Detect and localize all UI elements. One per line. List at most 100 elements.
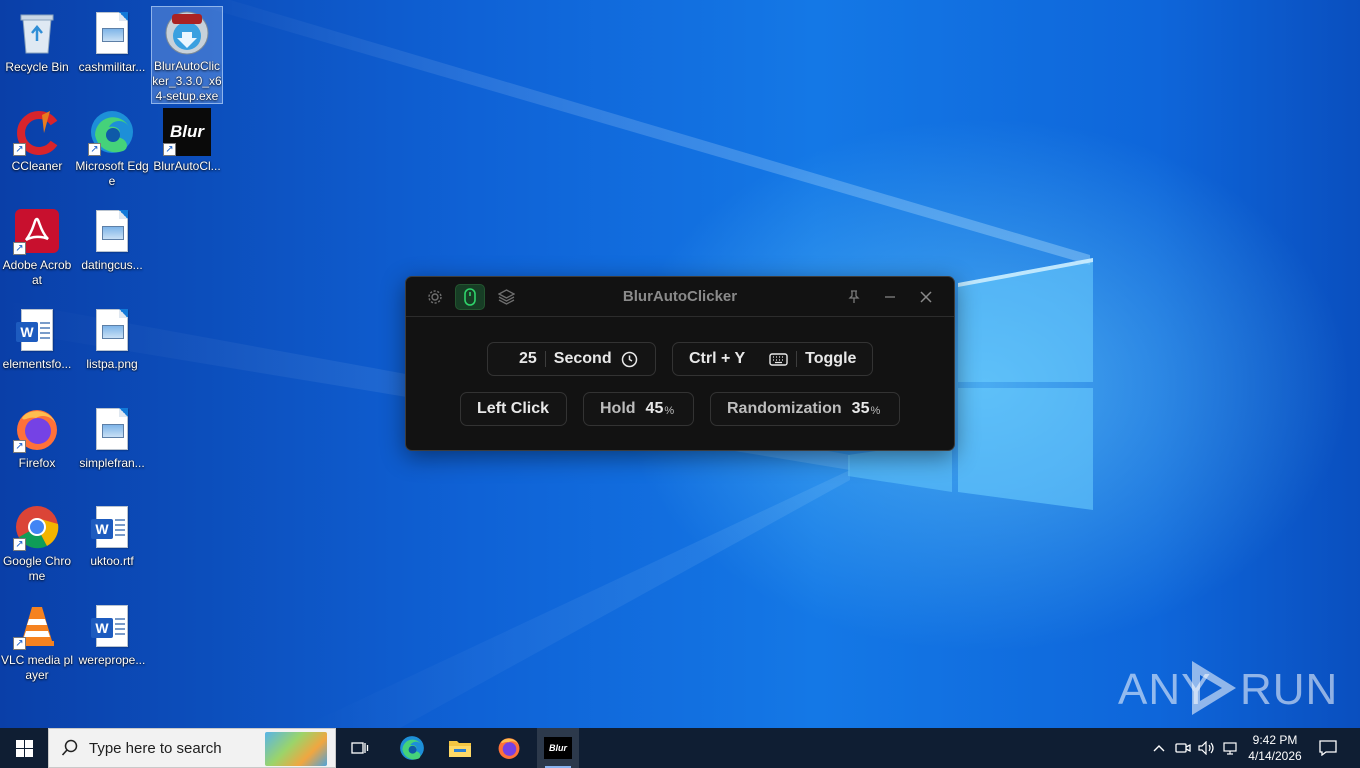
shortcut-arrow-icon: ↗ bbox=[163, 143, 176, 156]
blur-app-icon: Blur bbox=[544, 737, 572, 759]
shortcut-arrow-icon: ↗ bbox=[13, 538, 26, 551]
window-titlebar[interactable]: BlurAutoClicker bbox=[406, 277, 954, 317]
firefox-icon bbox=[498, 738, 520, 759]
speaker-icon bbox=[1198, 741, 1214, 755]
desktop-icon-edge[interactable]: ↗ Microsoft Edge bbox=[75, 105, 149, 201]
minimize-icon bbox=[885, 296, 895, 298]
image-file-icon bbox=[88, 9, 136, 57]
recycle-bin-icon bbox=[13, 9, 61, 57]
taskbar-firefox[interactable] bbox=[489, 728, 529, 768]
taskbar-blurautoclicker[interactable]: Blur bbox=[537, 728, 579, 768]
vlc-cone-icon: ↗ bbox=[13, 602, 61, 650]
blur-logo-text: Blur bbox=[549, 743, 567, 753]
desktop-icon-file[interactable]: cashmilitar... bbox=[75, 6, 149, 102]
desktop-icon-vlc[interactable]: ↗ VLC media player bbox=[0, 599, 74, 695]
desktop-icon-recycle-bin[interactable]: Recycle Bin bbox=[0, 6, 74, 102]
hold-value[interactable]: 45 bbox=[646, 400, 664, 418]
play-icon bbox=[1192, 661, 1236, 715]
divider bbox=[544, 351, 546, 367]
shortcut-arrow-icon: ↗ bbox=[13, 440, 26, 453]
shortcut-arrow-icon: ↗ bbox=[13, 143, 26, 156]
taskbar: Type here to search Blur 9:42 PM 4/14/20… bbox=[0, 728, 1360, 768]
desktop-icon-blurautoclicker[interactable]: Blur ↗ BlurAutoCl... bbox=[150, 105, 224, 201]
desktop-icon-word-doc[interactable]: W werepropе... bbox=[75, 599, 149, 695]
volume-button[interactable] bbox=[1196, 728, 1218, 768]
desktop-icon-firefox[interactable]: ↗ Firefox bbox=[0, 402, 74, 498]
taskbar-search-box[interactable]: Type here to search bbox=[48, 728, 336, 768]
search-placeholder: Type here to search bbox=[89, 739, 222, 757]
anyrun-watermark: ANY RUN bbox=[1118, 655, 1337, 721]
shortcut-arrow-icon: ↗ bbox=[88, 143, 101, 156]
desktop-icon-ccleaner[interactable]: ↗ CCleaner bbox=[0, 105, 74, 201]
taskbar-edge[interactable] bbox=[392, 728, 432, 768]
interval-control[interactable]: 25 Second bbox=[487, 342, 656, 376]
randomization-control[interactable]: Randomization 35 % bbox=[710, 392, 900, 426]
icon-label: VLC media player bbox=[0, 653, 74, 682]
pin-button[interactable] bbox=[839, 284, 869, 310]
icon-label: werepropе... bbox=[78, 653, 146, 667]
icon-label: Adobe Acrobat bbox=[2, 258, 72, 287]
minimize-button[interactable] bbox=[875, 284, 905, 310]
icon-label: datingcus... bbox=[81, 258, 143, 272]
hold-control[interactable]: Hold 45 % bbox=[583, 392, 694, 426]
image-file-icon bbox=[88, 207, 136, 255]
word-document-icon: W bbox=[88, 503, 136, 551]
hotkey-mode[interactable]: Toggle bbox=[805, 350, 856, 368]
chrome-icon: ↗ bbox=[13, 503, 61, 551]
clock-date: 4/14/2026 bbox=[1248, 749, 1302, 763]
clock-icon bbox=[621, 351, 637, 367]
icon-label: Firefox bbox=[18, 456, 56, 470]
icon-label: BlurAutoClicker_3.3.0_x64-setup.exe bbox=[152, 59, 222, 103]
windows-logo-icon bbox=[15, 739, 33, 757]
network-icon bbox=[1223, 742, 1237, 755]
hotkey-value[interactable]: Ctrl + Y bbox=[689, 350, 745, 368]
icon-label: Recycle Bin bbox=[5, 60, 69, 74]
show-hidden-icons-button[interactable] bbox=[1148, 728, 1170, 768]
notification-icon bbox=[1319, 740, 1337, 756]
desktop-icon-installer[interactable]: BlurAutoClicker_3.3.0_x64-setup.exe bbox=[151, 6, 223, 104]
icon-label: Microsoft Edge bbox=[75, 159, 149, 188]
start-button[interactable] bbox=[0, 728, 48, 768]
interval-unit[interactable]: Second bbox=[554, 350, 612, 368]
desktop-icon-word-doc[interactable]: W uktoo.rtf bbox=[75, 500, 149, 596]
keyboard-icon bbox=[769, 352, 788, 366]
shortcut-arrow-icon: ↗ bbox=[13, 637, 26, 650]
taskbar-file-explorer[interactable] bbox=[440, 728, 480, 768]
interval-value[interactable]: 25 bbox=[519, 350, 537, 368]
nsis-installer-icon bbox=[163, 10, 211, 56]
blur-logo-text: Blur bbox=[170, 122, 204, 141]
app-title: BlurAutoClicker bbox=[622, 288, 738, 305]
hotkey-control[interactable]: Ctrl + Y Toggle bbox=[672, 342, 873, 376]
percent-sign: % bbox=[870, 405, 881, 417]
desktop-icon-chrome[interactable]: ↗ Google Chrome bbox=[0, 500, 74, 596]
hold-label: Hold bbox=[600, 400, 636, 417]
chevron-up-icon bbox=[1153, 745, 1165, 752]
blur-app-icon: Blur ↗ bbox=[163, 108, 211, 156]
icon-label: cashmilitar... bbox=[78, 60, 146, 74]
desktop-icon-file[interactable]: simplefran... bbox=[75, 402, 149, 498]
icon-label: CCleaner bbox=[11, 159, 63, 173]
click-type-button[interactable]: Left Click bbox=[460, 392, 567, 426]
desktop-icon-file[interactable]: datingcus... bbox=[75, 204, 149, 300]
randomization-value[interactable]: 35 bbox=[852, 400, 870, 418]
task-view-button[interactable] bbox=[342, 728, 378, 768]
desktop-icon-word-doc[interactable]: W elementsfo... bbox=[0, 303, 74, 399]
firefox-icon: ↗ bbox=[13, 405, 61, 453]
close-button[interactable] bbox=[911, 284, 941, 310]
icon-label: simplefran... bbox=[79, 456, 145, 470]
desktop-icon-acrobat[interactable]: ↗ Adobe Acrobat bbox=[0, 204, 74, 300]
image-file-icon bbox=[88, 405, 136, 453]
icon-label: BlurAutoCl... bbox=[153, 159, 221, 173]
network-button[interactable] bbox=[1220, 728, 1242, 768]
clock[interactable]: 9:42 PM 4/14/2026 bbox=[1244, 728, 1306, 768]
clock-time: 9:42 PM bbox=[1252, 733, 1298, 747]
icon-label: listpa.png bbox=[86, 357, 138, 371]
meet-now-button[interactable] bbox=[1172, 728, 1194, 768]
desktop-icon-file[interactable]: listpa.png bbox=[75, 303, 149, 399]
edge-icon bbox=[400, 736, 424, 760]
shortcut-arrow-icon: ↗ bbox=[13, 242, 26, 255]
notifications-button[interactable] bbox=[1312, 728, 1344, 768]
search-highlight-image bbox=[265, 732, 327, 766]
edge-icon: ↗ bbox=[88, 108, 136, 156]
randomization-label: Randomization bbox=[727, 400, 842, 417]
